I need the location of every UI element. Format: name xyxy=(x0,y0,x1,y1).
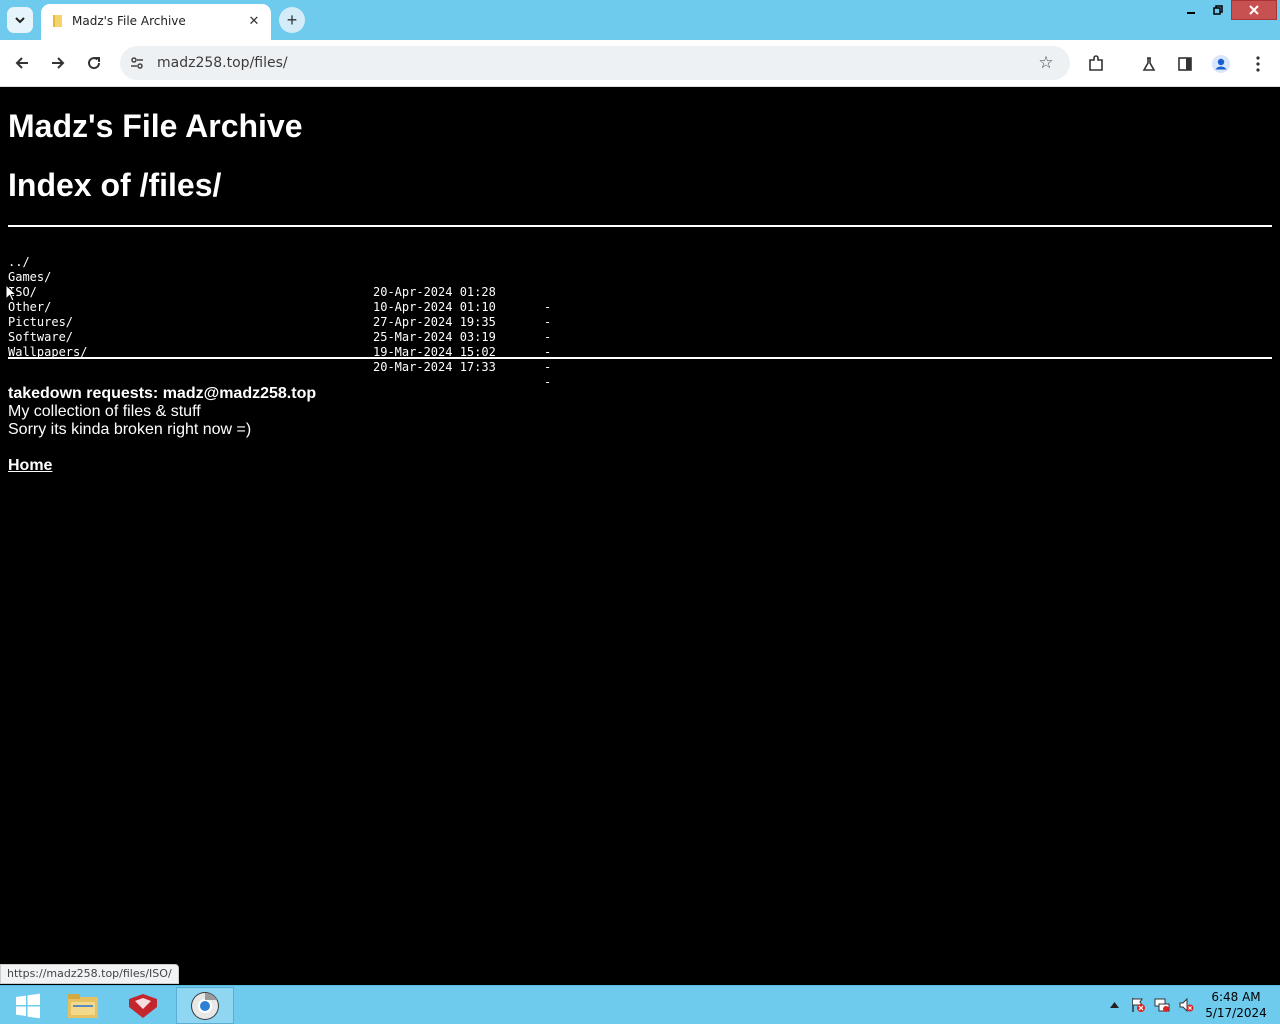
entry-date: 27-Apr-2024 19:35 xyxy=(373,315,496,329)
home-link[interactable]: Home xyxy=(8,457,52,475)
folder-icon xyxy=(53,15,62,27)
address-bar[interactable]: madz258.top/files/ ☆ xyxy=(120,46,1070,80)
reload-button[interactable] xyxy=(79,48,109,78)
url-text[interactable]: madz258.top/files/ xyxy=(157,55,288,71)
list-item: ISO/ 10-Apr-2024 01:10 - xyxy=(8,270,551,329)
red-app-icon xyxy=(128,993,157,1018)
extensions-icon[interactable] xyxy=(1085,53,1107,75)
profile-avatar-icon[interactable] xyxy=(1210,53,1232,75)
footer-line-2: Sorry its kinda broken right now =) xyxy=(8,421,252,438)
entry-size: - xyxy=(544,330,552,344)
labs-flask-icon[interactable] xyxy=(1138,53,1160,75)
chrome-browser-icon xyxy=(191,991,219,1020)
close-window-button[interactable] xyxy=(1231,0,1277,20)
divider-bottom xyxy=(8,357,1272,359)
tray-expand-icon[interactable] xyxy=(1105,996,1123,1014)
side-panel-icon[interactable] xyxy=(1174,53,1196,75)
menu-kebab-icon[interactable] xyxy=(1247,53,1269,75)
divider-top xyxy=(8,225,1272,227)
site-title: Madz's File Archive xyxy=(8,108,303,144)
entry-date: 20-Mar-2024 17:33 xyxy=(373,360,496,374)
browser-toolbar: madz258.top/files/ ☆ xyxy=(0,40,1280,87)
list-item: Pictures/ 25-Mar-2024 03:19 - xyxy=(8,300,551,359)
volume-muted-icon[interactable] xyxy=(1177,996,1195,1014)
footer-line-1: My collection of files & stuff xyxy=(8,403,201,420)
chevron-down-icon xyxy=(15,17,25,24)
entry-size: - xyxy=(544,360,552,374)
clock-date: 5/17/2024 xyxy=(1205,1006,1267,1020)
system-clock[interactable]: 6:48 AM 5/17/2024 xyxy=(1200,989,1272,1021)
tab-title: Madz's File Archive xyxy=(72,14,186,28)
start-button[interactable] xyxy=(0,987,55,1024)
forward-arrow-icon xyxy=(52,57,65,69)
close-tab-icon[interactable]: ✕ xyxy=(245,12,263,30)
forward-button[interactable] xyxy=(43,48,73,78)
tab-search-button[interactable] xyxy=(7,7,33,33)
site-settings-icon[interactable] xyxy=(128,54,146,72)
browser-tab[interactable]: Madz's File Archive ✕ xyxy=(41,4,271,40)
entry-size: - xyxy=(544,300,552,314)
taskbar: 6:48 AM 5/17/2024 xyxy=(0,985,1280,1024)
restore-button[interactable] xyxy=(1204,0,1231,20)
tab-strip: Madz's File Archive ✕ + xyxy=(0,0,1280,40)
list-item: Games/ 20-Apr-2024 01:28 - xyxy=(8,255,551,314)
entry-size: - xyxy=(544,375,552,389)
new-tab-button[interactable]: + xyxy=(279,7,305,33)
mouse-cursor-icon xyxy=(5,284,17,302)
back-button[interactable] xyxy=(7,48,37,78)
bookmark-star-icon[interactable]: ☆ xyxy=(1036,53,1056,73)
reload-icon xyxy=(88,57,101,70)
entry-size: - xyxy=(544,315,552,329)
list-item: Wallpapers/ 20-Mar-2024 17:33 - xyxy=(8,330,551,389)
file-explorer-icon xyxy=(67,993,98,1018)
takedown-notice: takedown requests: madz@madz258.top xyxy=(8,385,317,402)
entry-date: 25-Mar-2024 03:19 xyxy=(373,330,496,344)
windows-logo-icon xyxy=(15,993,40,1018)
clock-time: 6:48 AM xyxy=(1211,990,1261,1004)
footer-text: takedown requests: madz@madz258.top My c… xyxy=(8,385,316,439)
entry-date: 10-Apr-2024 01:10 xyxy=(373,300,496,314)
back-arrow-icon xyxy=(15,57,28,69)
link-status-tooltip: https://madz258.top/files/ISO/ xyxy=(0,964,179,984)
close-icon xyxy=(1249,5,1259,15)
minimize-icon xyxy=(1186,12,1195,14)
list-item: ../ xyxy=(8,240,51,269)
taskbar-file-explorer[interactable] xyxy=(55,987,110,1024)
action-center-flag-icon[interactable] xyxy=(1129,996,1147,1014)
taskbar-chrome[interactable] xyxy=(176,987,234,1024)
network-icon[interactable] xyxy=(1153,996,1171,1014)
taskbar-app-red[interactable] xyxy=(115,987,170,1024)
page-content: Madz's File Archive Index of /files/ ../… xyxy=(0,87,1280,985)
restore-icon xyxy=(1212,5,1223,15)
entry-date: 20-Apr-2024 01:28 xyxy=(373,285,496,299)
minimize-button[interactable] xyxy=(1177,0,1204,20)
list-item: Software/ 19-Mar-2024 15:02 - xyxy=(8,315,551,374)
index-title: Index of /files/ xyxy=(8,167,222,203)
